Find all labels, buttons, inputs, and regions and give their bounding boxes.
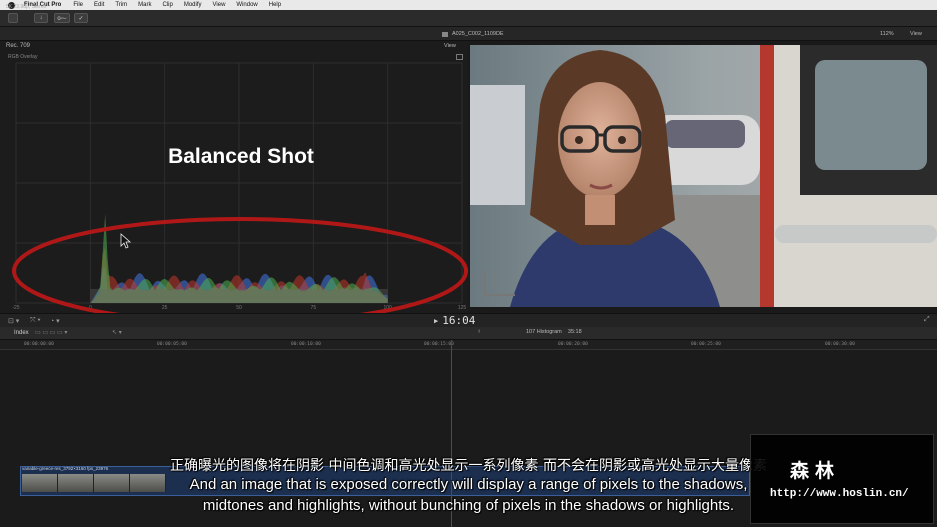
library-toggle-button[interactable] (8, 13, 18, 23)
viewer-frame (470, 45, 937, 307)
ruler-label: 00:00:10:00 (291, 342, 321, 347)
axis-tick-label: 50 (236, 305, 242, 311)
axis-tick-label: 125 (458, 305, 467, 311)
menu-clip[interactable]: Clip (162, 2, 172, 8)
menu-file[interactable]: File (73, 2, 83, 8)
watermark-url: http://www.hoslin.cn/ (770, 488, 909, 500)
timeline-ruler[interactable] (0, 340, 937, 350)
ruler-label: 00:00:15:00 (424, 342, 454, 347)
background-tasks-button[interactable]: ✓ (74, 13, 88, 23)
histogram-scope: -25 0 25 50 75 100 125 Balanced Shot (0, 41, 468, 313)
transform-icon[interactable]: ⤧ ▾ (30, 317, 41, 325)
tool-select-icon[interactable]: ↖ ▾ (112, 329, 122, 336)
viewer-header (468, 27, 937, 41)
ruler-label: 00:00:30:00 (825, 342, 855, 347)
key-icon: o⁓ (57, 15, 67, 22)
menu-window[interactable]: Window (236, 2, 257, 8)
axis-tick-label: -25 (12, 305, 19, 311)
menu-edit[interactable]: Edit (94, 2, 104, 8)
menu-help[interactable]: Help (269, 2, 281, 8)
project-name: 107 Histogram (526, 329, 562, 335)
keywords-button[interactable]: o⁓ (54, 13, 70, 23)
scope-settings-icon[interactable] (456, 54, 463, 60)
scope-standard: Rec. 709 (6, 43, 31, 49)
axis-tick-label: 75 (311, 305, 317, 311)
scope-mode-label: RGB Overlay (8, 54, 38, 60)
toolbar: ↓ o⁓ ✓ (0, 10, 937, 27)
viewer-options-icon[interactable]: ⊡ ▾ (8, 317, 19, 325)
menu-trim[interactable]: Trim (115, 2, 127, 8)
menu-view[interactable]: View (213, 2, 226, 8)
format-info: 5K 23.98p, Stereo (6, 4, 47, 10)
play-icon[interactable]: ▶ (434, 317, 438, 325)
film-icon (442, 31, 448, 37)
histogram-luma (90, 289, 388, 303)
menu-modify[interactable]: Modify (184, 2, 202, 8)
timecode-value: 16:04 (442, 314, 476, 327)
ruler-label: 00:00:05:00 (157, 342, 187, 347)
project-duration: 35:18 (567, 329, 582, 335)
watermark (750, 434, 934, 524)
scope-header (0, 27, 468, 41)
timeline-title: 107 Histogram 35:18 (526, 329, 582, 335)
timeline-header: ▭ ▭ ▭ ▭ ▾ ↖ ▾ (0, 327, 937, 340)
index-button[interactable]: Index (14, 330, 29, 336)
chevron-left-icon[interactable]: ‹ (478, 328, 480, 335)
histogram-chart: -25 0 25 50 75 100 125 Balanced Shot (12, 62, 468, 313)
fullscreen-icon[interactable]: ⤢ (924, 316, 930, 324)
axis-tick-label: 25 (162, 305, 168, 311)
zoom-level-menu[interactable]: 112% (880, 31, 894, 37)
menu-mark[interactable]: Mark (138, 2, 151, 8)
watermark-name: 森林 (790, 460, 841, 482)
ruler-label: 00:00:00:00 (24, 342, 54, 347)
speed-icon[interactable]: ◔ ▾ (50, 317, 60, 325)
scope-view-menu[interactable]: View (444, 43, 456, 49)
viewer[interactable] (470, 45, 937, 307)
clip-appearance-icons[interactable]: ▭ ▭ ▭ ▭ ▾ (35, 329, 67, 336)
ruler-label: 00:00:20:00 (558, 342, 588, 347)
clip-name-text: A025_C002_1109DE (452, 31, 504, 37)
annotation-title: Balanced Shot (168, 145, 314, 168)
timecode-display[interactable]: ▶ 16:04 (434, 314, 475, 327)
download-icon: ↓ (39, 15, 43, 21)
ruler-label: 00:00:25:00 (691, 342, 721, 347)
scope-grid (15, 62, 463, 304)
mouse-cursor-icon (120, 233, 132, 249)
clip-name: A025_C002_1109DE (442, 31, 504, 37)
check-icon: ✓ (78, 15, 84, 22)
import-button[interactable]: ↓ (34, 13, 48, 23)
menu-bar: Final Cut Pro File Edit Trim Mark Clip M… (0, 0, 937, 10)
viewer-view-menu[interactable]: View (910, 31, 922, 37)
